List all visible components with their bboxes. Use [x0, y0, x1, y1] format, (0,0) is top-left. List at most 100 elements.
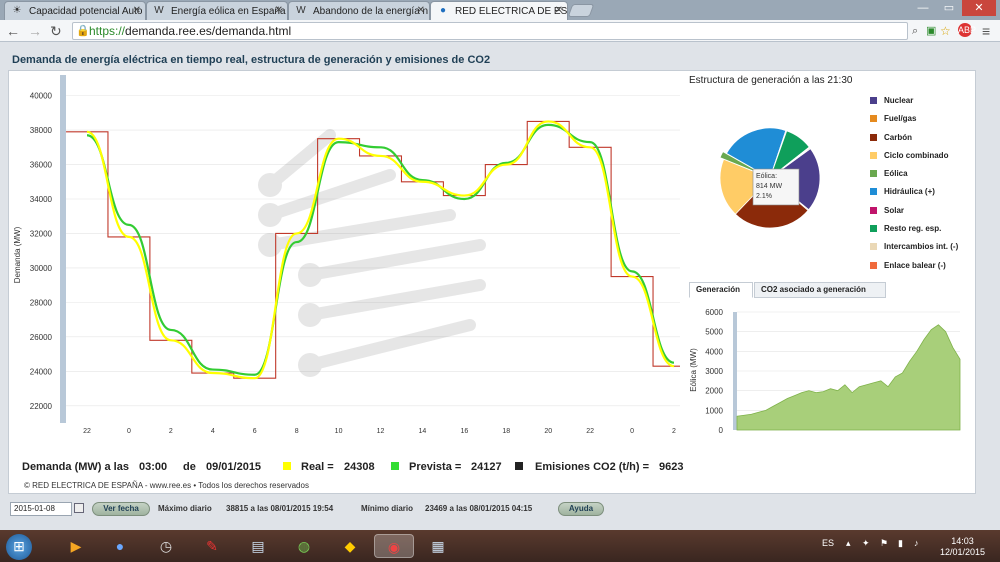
legend-item[interactable]: Fuel/gas	[870, 114, 958, 132]
y-tick-label: 38000	[30, 126, 53, 135]
pin-app-icon[interactable]: ✎	[200, 534, 224, 558]
x-tick-label: 2	[672, 428, 676, 435]
diamond-app-icon[interactable]: ◆	[338, 534, 362, 558]
tab-label: Abandono de la energía n	[313, 6, 429, 17]
wind-area-fill	[736, 324, 961, 431]
clock-date: 12/01/2015	[940, 547, 986, 557]
back-icon[interactable]: ←	[6, 23, 20, 39]
tray-expand-icon[interactable]: ▴	[846, 538, 851, 549]
explorer-app-icon[interactable]: ▦	[426, 534, 450, 558]
globe-app-icon[interactable]: ◍	[292, 534, 316, 558]
real-value: 24308	[344, 461, 375, 473]
windows-taskbar: ⊞ ▶ ● ◷ ✎ ▤ ◍ ◆ ◉ ▦ ES ▴ ✦ ⚑ ▮ ♪ 14:03 1…	[0, 530, 1000, 562]
demand-series	[66, 120, 680, 380]
document-app-icon[interactable]: ▤	[246, 534, 270, 558]
max-label: Máximo diario	[158, 504, 212, 513]
url-scheme: https://	[89, 24, 126, 38]
legend-item[interactable]: Solar	[870, 206, 958, 224]
legend-item[interactable]: Eólica	[870, 169, 958, 187]
new-tab-button[interactable]	[567, 4, 595, 17]
legend-item[interactable]: Enlace balear (-)	[870, 261, 958, 279]
forward-icon[interactable]: →	[28, 23, 42, 39]
watermark-dot	[298, 303, 322, 327]
close-icon[interactable]: ✕	[417, 5, 425, 16]
tab-generacion[interactable]: Generación	[689, 282, 753, 298]
minimize-button[interactable]: —	[910, 0, 936, 16]
legend-item[interactable]: Nuclear	[870, 96, 958, 114]
chart-scroll-bar	[60, 75, 66, 423]
close-window-button[interactable]: ✕	[962, 0, 996, 16]
reload-icon[interactable]: ↻	[50, 23, 62, 39]
wind-y-tick-label: 4000	[705, 347, 723, 356]
tab-label: RED ELECTRICA DE ESPAÑ	[455, 6, 568, 17]
star-icon[interactable]: ☆	[940, 23, 951, 39]
ayuda-button[interactable]: Ayuda	[558, 502, 604, 516]
watermark-stroke	[304, 319, 476, 371]
legend-label: Fuel/gas	[884, 114, 917, 124]
x-tick-label: 4	[211, 428, 215, 435]
menu-icon[interactable]: ≡	[982, 23, 990, 39]
programmed-step-line	[66, 120, 680, 379]
close-icon[interactable]: ✕	[275, 5, 283, 16]
min-value: 23469 a las 08/01/2015 04:15	[425, 504, 533, 513]
legend-item[interactable]: Carbón	[870, 133, 958, 151]
chrome-taskbar-icon[interactable]: ◉	[374, 534, 414, 558]
sun-icon: ☀	[12, 5, 22, 16]
browser-toolbar: ← → ↻ 🔒 https://demanda.ree.es/demanda.h…	[0, 20, 1000, 42]
tooltip-line-1: Eólica:	[756, 173, 777, 180]
close-icon[interactable]: ✕	[133, 5, 141, 16]
user-app-icon[interactable]: ●	[108, 534, 132, 558]
address-bar[interactable]: 🔒 https://demanda.ree.es/demanda.html	[72, 22, 908, 40]
system-clock[interactable]: 14:03 12/01/2015	[940, 536, 985, 558]
legend-swatch	[870, 188, 877, 196]
real-swatch	[283, 462, 291, 470]
clock-app-icon[interactable]: ◷	[154, 534, 178, 558]
emisiones-label: Emisiones CO2 (t/h) =	[535, 461, 649, 473]
legend-item[interactable]: Intercambios int. (-)	[870, 242, 958, 260]
extension-icon[interactable]: ▣	[926, 23, 936, 39]
x-tick-label: 6	[253, 428, 257, 435]
x-tick-label: 2	[169, 428, 173, 435]
demand-ylabel: Demanda (MW)	[13, 226, 22, 283]
x-tick-label: 8	[295, 428, 299, 435]
wind-y-tick-label: 0	[719, 426, 724, 435]
flag-icon[interactable]: ⚑	[880, 538, 888, 549]
zoom-icon[interactable]: ⌕	[912, 23, 918, 39]
hora-value: 03:00	[139, 461, 168, 473]
adblock-icon[interactable]: ABP	[958, 23, 976, 37]
x-tick-label: 20	[544, 428, 552, 435]
browser-tab-1[interactable]: ☀ Capacidad potencial Auto ✕	[4, 1, 146, 20]
legend-item[interactable]: Ciclo combinado	[870, 151, 958, 169]
start-button[interactable]: ⊞	[6, 534, 32, 560]
legend-label: Solar	[884, 205, 905, 215]
pie-legend: Nuclear Fuel/gas Carbón Ciclo combinado Eóli…	[870, 96, 958, 279]
network-icon[interactable]: ▮	[898, 538, 903, 549]
legend-item[interactable]: Hidráulica (+)	[870, 187, 958, 205]
ver-fecha-button[interactable]: Ver fecha	[92, 502, 150, 516]
volume-icon[interactable]: ♪	[914, 538, 919, 548]
tab-label: Capacidad potencial Auto	[29, 6, 143, 17]
wind-y-tick-label: 6000	[705, 308, 723, 317]
media-player-icon[interactable]: ▶	[64, 534, 88, 558]
lock-icon: 🔒	[76, 25, 90, 37]
legend-item[interactable]: Resto reg. esp.	[870, 224, 958, 242]
browser-tab-3[interactable]: W Abandono de la energía n ✕	[288, 1, 430, 20]
date-input[interactable]: 2015-01-08	[10, 502, 72, 516]
close-icon[interactable]: ✕	[555, 5, 563, 16]
browser-tab-4[interactable]: ● RED ELECTRICA DE ESPAÑ ✕	[430, 1, 568, 20]
ree-watermark	[258, 129, 486, 377]
wikipedia-icon: W	[154, 5, 164, 16]
tray-app-icon[interactable]: ✦	[862, 538, 870, 549]
language-indicator[interactable]: ES	[822, 538, 834, 548]
watermark-dot	[258, 173, 282, 197]
watermark-dot	[298, 263, 322, 287]
maximize-button[interactable]: ▭	[936, 0, 962, 16]
y-tick-label: 26000	[30, 333, 53, 342]
demanda-label: Demanda (MW) a las	[22, 461, 129, 473]
y-tick-label: 28000	[30, 298, 53, 307]
tab-co2[interactable]: CO2 asociado a generación	[754, 282, 886, 298]
watermark-dot	[258, 203, 282, 227]
calendar-icon[interactable]	[74, 503, 84, 513]
legend-swatch	[870, 225, 877, 233]
browser-tab-2[interactable]: W Energía eólica en España ✕	[146, 1, 288, 20]
